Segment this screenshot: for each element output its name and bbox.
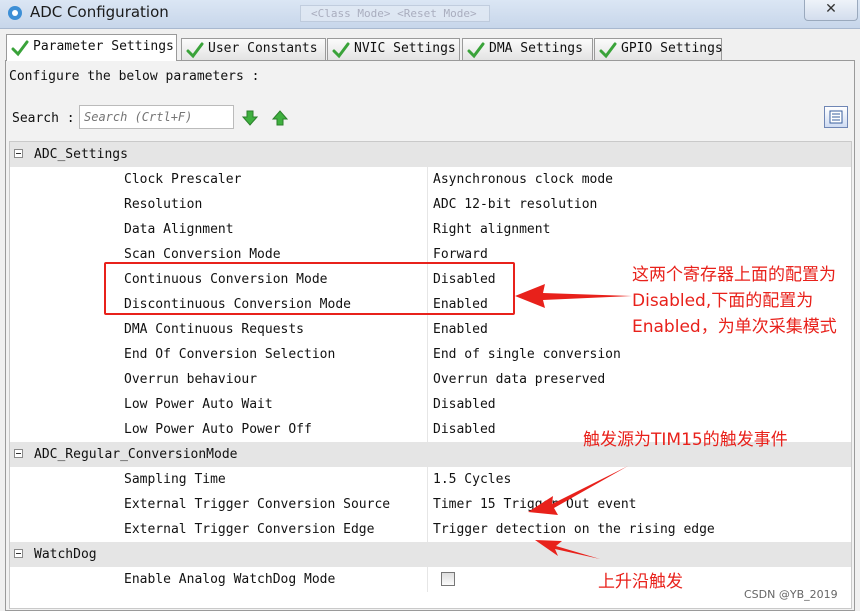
annotation-note-rising-edge: 上升沿触发 [598,572,683,592]
check-icon [11,40,29,57]
annotation-arrow-3 [535,540,600,559]
annotation-arrow-1 [515,284,632,308]
annotation-note-single-mode: 这两个寄存器上面的配置为Disabled,下面的配置为Enabled，为单次采集… [632,265,837,337]
annotation-arrow-2 [528,466,628,515]
watermark: CSDN @YB_2019 [744,588,838,601]
annotation-note-trigger-source: 触发源为TIM15的触发事件 [583,430,788,450]
tab-parameter-settings[interactable]: Parameter Settings [6,34,177,61]
tab-label: Parameter Settings [33,39,174,54]
